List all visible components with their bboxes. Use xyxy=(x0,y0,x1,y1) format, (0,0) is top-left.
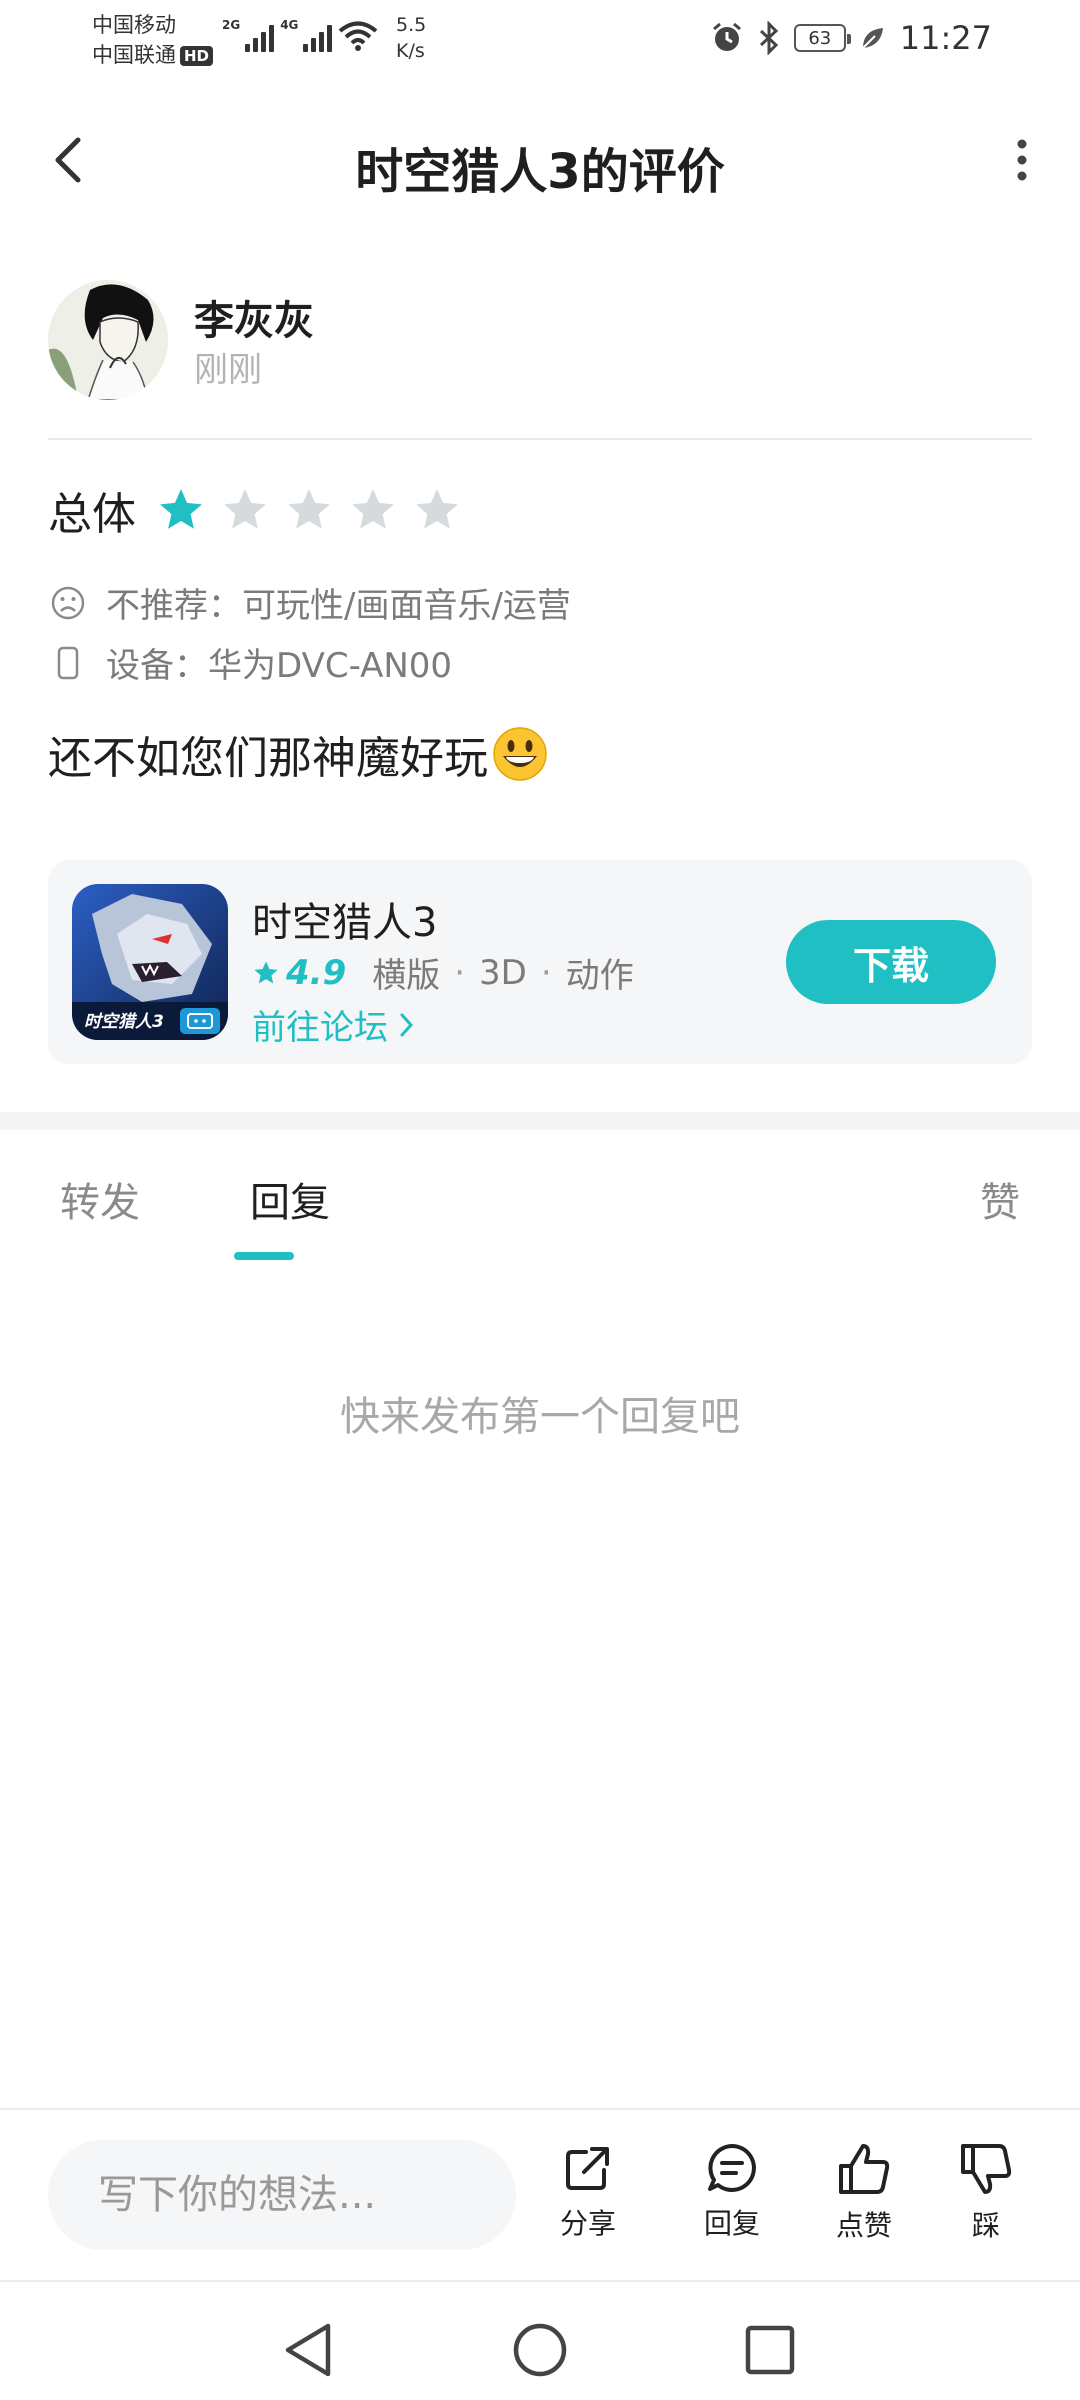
separator-dot: · xyxy=(454,952,466,993)
dislike-button[interactable]: 踩 xyxy=(936,2140,1036,2244)
status-bar: 中国移动 中国联通 HD 2G 4G 5.5 K/s 63 11:27 xyxy=(0,0,1080,80)
not-recommend-row: 不推荐：可玩性/画面音乐/运营 xyxy=(50,578,571,627)
clock: 11:27 xyxy=(899,19,992,57)
device-text: 设备：华为DVC-AN00 xyxy=(106,646,453,686)
rating-label: 总体 xyxy=(48,489,136,540)
thumbs-down-icon xyxy=(961,2144,1012,2194)
carrier-1: 中国移动 xyxy=(92,13,176,37)
thumbs-up-icon xyxy=(839,2144,890,2194)
game-meta: 4.9 横版 · 3D · 动作 xyxy=(252,948,634,997)
header: 时空猎人3的评价 xyxy=(0,110,1080,210)
tag-3: 动作 xyxy=(565,956,634,996)
dislike-label: 踩 xyxy=(971,2209,1000,2242)
forum-link[interactable]: 前往论坛 xyxy=(252,1000,416,1049)
status-right: 63 11:27 xyxy=(710,18,992,58)
network-speed: 5.5 K/s xyxy=(396,12,426,64)
review-text: 还不如您们那神魔好玩 xyxy=(48,733,488,784)
page-title: 时空猎人3的评价 xyxy=(355,144,725,200)
leaf-icon xyxy=(862,28,883,49)
active-tab-indicator xyxy=(234,1252,294,1260)
speed-unit: K/s xyxy=(396,40,425,62)
chevron-right-icon xyxy=(400,1013,414,1036)
tab-like[interactable]: 赞 xyxy=(980,1170,1020,1228)
comment-input[interactable] xyxy=(48,2140,516,2250)
more-vertical-icon[interactable] xyxy=(992,130,1052,190)
share-button[interactable]: 分享 xyxy=(538,2140,638,2242)
forum-link-text: 前往论坛 xyxy=(252,1008,388,1048)
like-label: 点赞 xyxy=(835,2209,892,2242)
star-empty-icon xyxy=(224,489,266,529)
post-time: 刚刚 xyxy=(194,350,262,390)
carrier-2: 中国联通 xyxy=(92,43,176,67)
game-score: 4.9 xyxy=(252,953,346,993)
carrier-info: 中国移动 中国联通 HD xyxy=(92,10,214,70)
nav-home-icon[interactable] xyxy=(500,2310,580,2390)
download-button[interactable]: 下载 xyxy=(786,920,996,1004)
separator-dot: · xyxy=(540,952,552,993)
overall-rating: 总体 xyxy=(48,478,648,542)
signal-1-icon: 2G xyxy=(222,18,275,52)
comment-icon xyxy=(708,2144,756,2192)
star-empty-icon xyxy=(416,489,458,529)
avatar[interactable] xyxy=(48,280,168,400)
signal-2-icon: 4G xyxy=(280,18,333,52)
hd-badge: HD xyxy=(180,46,214,66)
alarm-icon xyxy=(712,22,741,51)
reply-button[interactable]: 回复 xyxy=(682,2140,782,2242)
divider xyxy=(0,2280,1080,2282)
grinning-emoji-icon xyxy=(493,727,547,781)
star-filled-icon xyxy=(160,489,202,529)
nav-recent-apps-icon[interactable] xyxy=(730,2310,810,2390)
game-icon[interactable]: 时空猎人3 xyxy=(72,884,228,1040)
game-score-value: 4.9 xyxy=(286,952,347,993)
wifi-icon xyxy=(339,21,378,51)
section-separator xyxy=(0,1112,1080,1130)
not-recommend-text: 不推荐：可玩性/画面音乐/运营 xyxy=(106,586,571,626)
speed-value: 5.5 xyxy=(396,14,427,36)
tag-2: 3D xyxy=(479,952,527,993)
network-type-1: 2G xyxy=(222,18,241,32)
sad-face-icon xyxy=(51,586,85,619)
divider xyxy=(48,438,1032,440)
game-icon-text: 时空猎人3 xyxy=(84,1012,164,1032)
divider xyxy=(0,2108,1080,2110)
battery-level: 63 xyxy=(808,27,832,49)
signal-indicators: 2G 4G xyxy=(222,18,378,52)
tab-reply[interactable]: 回复 xyxy=(250,1170,330,1228)
star-rating xyxy=(156,485,462,535)
tag-1: 横版 xyxy=(372,956,441,996)
game-name[interactable]: 时空猎人3 xyxy=(252,890,437,948)
review-content: 还不如您们那神魔好玩 xyxy=(48,722,548,786)
empty-replies-message: 快来发布第一个回复吧 xyxy=(340,1394,740,1440)
reply-label: 回复 xyxy=(703,2207,760,2240)
star-empty-icon xyxy=(288,489,330,529)
game-card[interactable]: 时空猎人3 时空猎人3 4.9 横版 · 3D · 动作 前往论坛 下载 xyxy=(48,860,1032,1064)
reviewer-info: 李灰灰 刚刚 xyxy=(48,280,1032,404)
share-icon xyxy=(566,2147,609,2190)
like-button[interactable]: 点赞 xyxy=(814,2140,914,2244)
phone-icon xyxy=(57,646,79,679)
network-type-2: 4G xyxy=(280,18,299,32)
star-icon xyxy=(254,960,278,983)
tab-forward[interactable]: 转发 xyxy=(60,1170,140,1228)
nav-back-icon[interactable] xyxy=(270,2310,350,2390)
device-row: 设备：华为DVC-AN00 xyxy=(50,638,452,687)
battery-icon: 63 xyxy=(793,24,851,52)
star-empty-icon xyxy=(352,489,394,529)
username[interactable]: 李灰灰 xyxy=(194,288,314,346)
bluetooth-icon xyxy=(759,21,778,55)
share-label: 分享 xyxy=(559,2207,616,2240)
